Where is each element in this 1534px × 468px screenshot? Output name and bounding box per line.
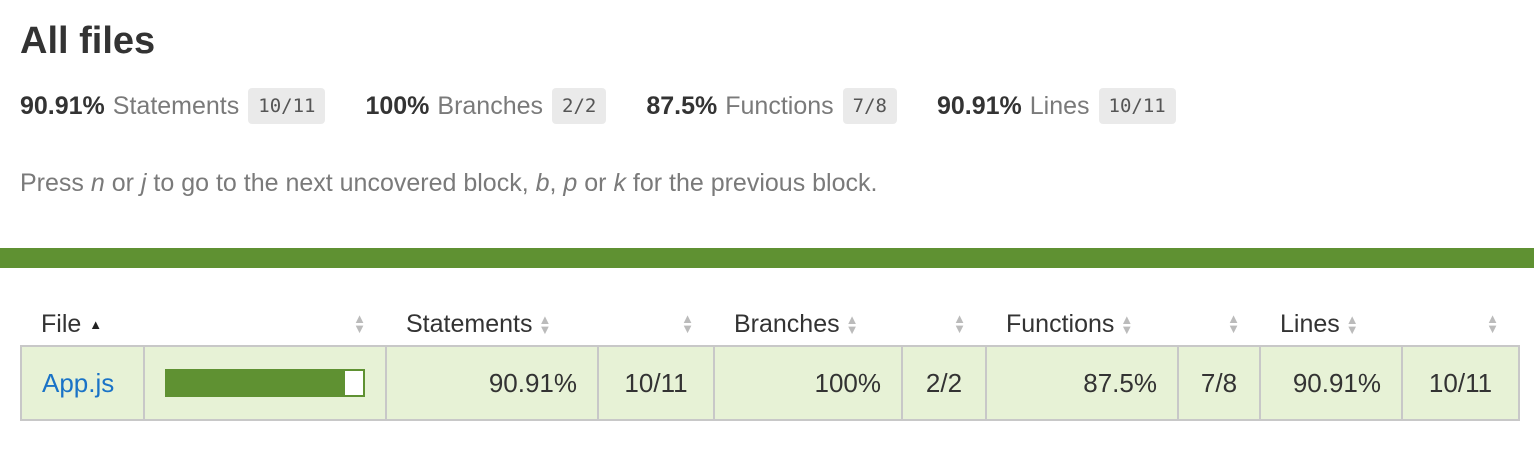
summary-lines-fraction: 10/11 (1098, 88, 1176, 124)
header-functions-raw[interactable]: ▲ ▼ (1178, 303, 1260, 346)
file-cell: App.js (20, 345, 145, 421)
keyboard-hint: Press n or j to go to the next uncovered… (20, 169, 878, 197)
summary-branches: 100% Branches 2/2 (365, 88, 607, 124)
sort-icon: ▲ ▼ (953, 311, 966, 336)
header-file[interactable]: File ▲ (21, 303, 144, 346)
statements-fraction: 10/11 (597, 345, 715, 421)
functions-pct: 87.5% (985, 345, 1179, 421)
summary-lines-label: Lines (1029, 91, 1090, 120)
summary-statements-fraction: 10/11 (248, 88, 326, 124)
branches-fraction: 2/2 (901, 345, 987, 421)
summary-functions-label: Functions (725, 91, 834, 120)
summary-lines-pct: 90.91% (936, 91, 1022, 120)
sort-icon: ▲ ▼ (1486, 311, 1499, 336)
sort-icon: ▲ ▼ (681, 311, 694, 336)
key-k: k (613, 169, 626, 197)
coverage-bar-cell (143, 345, 387, 421)
header-functions[interactable]: Functions ▲ ▼ (986, 303, 1178, 346)
header-branches-raw[interactable]: ▲ ▼ (902, 303, 986, 346)
key-p: p (563, 169, 578, 197)
table-header-row: File ▲ ▲ ▼ Statements ▲ ▼ ▲ ▼ Branches ▲ ▼ ▲ ▼ F… (21, 303, 1519, 346)
lines-pct: 90.91% (1259, 345, 1403, 421)
file-link[interactable]: App.js (42, 368, 114, 398)
coverage-table: File ▲ ▲ ▼ Statements ▲ ▼ ▲ ▼ Branches ▲ ▼ ▲ ▼ F… (20, 303, 1520, 421)
key-b: b (535, 169, 550, 197)
coverage-summary: 90.91% Statements 10/11 100% Branches 2/… (20, 86, 1216, 126)
statements-pct: 90.91% (385, 345, 599, 421)
header-file-bar[interactable]: ▲ ▼ (144, 303, 386, 346)
header-lines[interactable]: Lines ▲ ▼ (1260, 303, 1402, 346)
coverage-status-bar (0, 248, 1534, 268)
sort-icon: ▲ ▼ (1120, 311, 1134, 337)
summary-branches-fraction: 2/2 (552, 88, 607, 124)
sort-icon: ▲ ▼ (845, 311, 859, 337)
functions-fraction: 7/8 (1177, 345, 1261, 421)
summary-lines: 90.91% Lines 10/11 (937, 88, 1176, 124)
key-n: n (90, 169, 105, 197)
sort-icon: ▲ ▼ (1227, 311, 1240, 336)
header-statements[interactable]: Statements ▲ ▼ (386, 303, 598, 346)
summary-functions: 87.5% Functions 7/8 (646, 88, 897, 124)
summary-branches-label: Branches (437, 91, 544, 120)
sort-icon: ▲ ▼ (1345, 311, 1359, 337)
coverage-bar-fill (167, 371, 346, 395)
summary-statements-label: Statements (112, 91, 240, 120)
header-branches[interactable]: Branches ▲ ▼ (714, 303, 902, 346)
header-lines-raw[interactable]: ▲ ▼ (1402, 303, 1519, 346)
table-row: App.js 90.91% 10/11 100% 2/2 87.5% 7/8 9… (20, 345, 1520, 421)
branches-pct: 100% (713, 345, 903, 421)
summary-branches-pct: 100% (365, 91, 430, 120)
sort-icon: ▲ ▼ (353, 311, 366, 336)
summary-statements: 90.91% Statements 10/11 (20, 88, 326, 124)
sort-ascending-icon: ▲ (89, 317, 103, 333)
header-statements-raw[interactable]: ▲ ▼ (598, 303, 714, 346)
summary-functions-pct: 87.5% (646, 91, 718, 120)
page-title: All files (20, 20, 156, 62)
summary-functions-fraction: 7/8 (842, 88, 897, 124)
sort-icon: ▲ ▼ (538, 311, 552, 337)
summary-statements-pct: 90.91% (20, 91, 105, 120)
coverage-bar (165, 369, 365, 397)
lines-fraction: 10/11 (1401, 345, 1520, 421)
